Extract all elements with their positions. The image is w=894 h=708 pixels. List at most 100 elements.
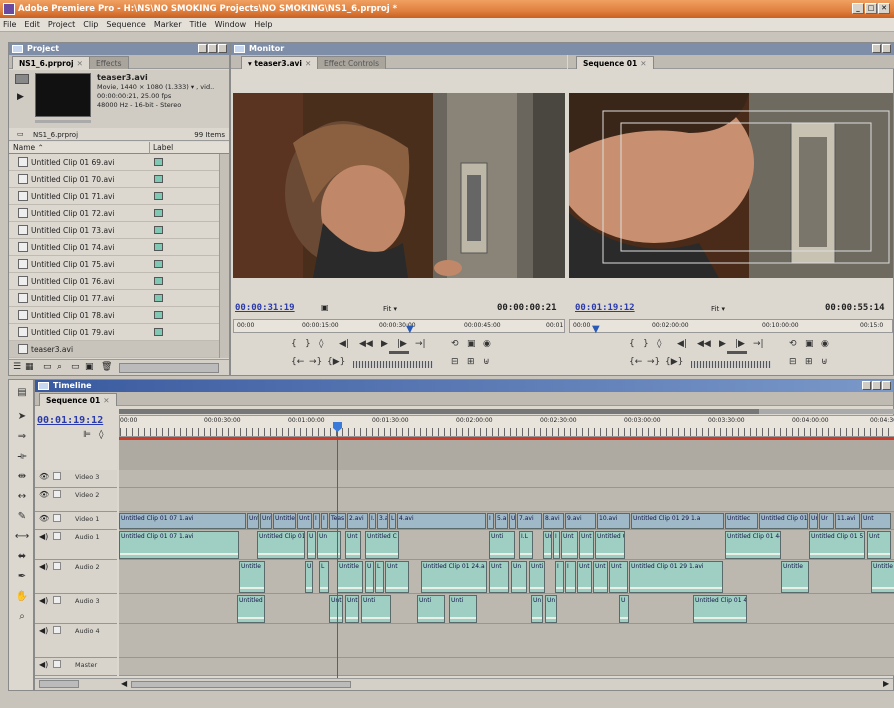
timeline-clip[interactable]: Untitle	[871, 561, 894, 593]
timeline-clip[interactable]: I	[565, 561, 576, 593]
tab-program-sequence[interactable]: Sequence 01 ✕	[576, 56, 654, 69]
set-out-button[interactable]: }	[305, 339, 311, 349]
timeline-clip[interactable]: Unt	[247, 513, 259, 529]
timeline-clip[interactable]: L	[319, 561, 329, 593]
menu-edit[interactable]: Edit	[24, 18, 40, 31]
play-thumbnail-icon[interactable]: ▶	[17, 92, 24, 102]
timeline-clip[interactable]: Unti	[345, 595, 359, 623]
label-color-swatch[interactable]	[154, 192, 163, 200]
output-icon[interactable]: ◉	[483, 339, 491, 349]
tab-sequence-01[interactable]: Sequence 01 ✕	[39, 393, 117, 406]
timeline-clip[interactable]: Unt	[609, 561, 628, 593]
timeline-clip[interactable]: Unt	[861, 513, 891, 529]
menu-sequence[interactable]: Sequence	[106, 18, 145, 31]
play-in-to-out-icon[interactable]: {▶}	[327, 357, 345, 367]
go-to-out-point-icon[interactable]: →}	[309, 357, 322, 367]
slip-tool-icon[interactable]: ⟷	[11, 528, 33, 546]
timeline-clip[interactable]: 3.a	[377, 513, 388, 529]
project-list-item[interactable]: Untitled Clip 01 79.avi	[9, 324, 219, 341]
program-set-out-button[interactable]: }	[643, 339, 649, 349]
rate-stretch-tool-icon[interactable]: ↔	[11, 488, 33, 506]
timeline-clip[interactable]: I.	[369, 513, 376, 529]
program-jog-wheel[interactable]	[691, 361, 771, 368]
monitor-maximize-button[interactable]	[882, 44, 891, 53]
toggle-audio-icon[interactable]: ◀)	[39, 626, 48, 635]
minimize-button[interactable]: _	[852, 3, 864, 14]
timeline-clip[interactable]: Untitled Clip 01 57	[809, 531, 865, 559]
list-view-icon[interactable]: ☰	[13, 362, 21, 372]
toggle-track-output-icon[interactable]: 👁	[39, 490, 49, 499]
timeline-zoom-slider[interactable]	[39, 680, 79, 688]
timeline-playhead-line[interactable]	[337, 425, 338, 683]
timeline-clip[interactable]: Ur	[809, 513, 818, 529]
source-playhead[interactable]: ▼	[406, 324, 414, 335]
automate-icon[interactable]: ▭	[43, 362, 52, 372]
track-video-3-lane[interactable]	[119, 470, 894, 488]
track-lock-icon[interactable]	[53, 596, 61, 604]
label-color-swatch[interactable]	[154, 328, 163, 336]
timeline-clip[interactable]: I	[313, 513, 320, 529]
thumbnail-scrubber[interactable]	[35, 120, 91, 123]
label-color-swatch[interactable]	[154, 311, 163, 319]
menu-clip[interactable]: Clip	[83, 18, 98, 31]
timeline-clip[interactable]: Unti	[417, 595, 445, 623]
safe-margins-icon[interactable]: ▣	[321, 303, 329, 312]
program-rewind-icon[interactable]: ◀◀	[697, 339, 711, 349]
tab-effects[interactable]: Effects	[89, 56, 129, 69]
program-time-ruler[interactable]: 00:00 00:02:00:00 00:10:00:00 00:15:0 ▼	[569, 319, 893, 335]
track-video-1-header[interactable]: 👁 Video 1	[35, 512, 117, 530]
timeline-clip[interactable]: Untitled C	[365, 531, 399, 559]
timeline-clip[interactable]: U	[509, 513, 516, 529]
timeline-time-ruler[interactable]: 00:00 00:00:30:00 00:01:00:00 00:01:30:00 00…	[119, 415, 894, 437]
track-audio-4-header[interactable]: ◀) Audio 4	[35, 624, 117, 658]
toggle-track-output-icon[interactable]: 👁	[39, 514, 49, 523]
timeline-clip[interactable]: L	[375, 561, 384, 593]
toggle-audio-icon[interactable]: ◀)	[39, 596, 48, 605]
go-to-out-icon[interactable]: →|	[415, 339, 426, 349]
close-button[interactable]: ✕	[878, 3, 890, 14]
timeline-clip[interactable]: Untitled Clip 01 0	[257, 531, 305, 559]
timeline-clip[interactable]: Unt	[577, 561, 592, 593]
selection-tool-icon[interactable]: ➤	[11, 408, 33, 426]
program-monitor-video[interactable]	[569, 93, 893, 278]
timeline-clip[interactable]: I.L	[519, 531, 533, 559]
tab-effect-controls[interactable]: Effect Controls	[317, 56, 386, 69]
timeline-clip[interactable]: Untitled Clip 01 07 1.avi	[119, 513, 246, 529]
trim-icon[interactable]: ⊎	[821, 357, 828, 367]
label-color-swatch[interactable]	[154, 294, 163, 302]
timeline-close-button[interactable]	[882, 381, 891, 390]
track-lock-icon[interactable]	[53, 514, 61, 522]
set-in-button[interactable]: {	[291, 339, 297, 349]
timeline-maximize-button[interactable]	[872, 381, 881, 390]
timeline-current-timecode[interactable]: 00:01:19:12	[37, 415, 103, 426]
timeline-clip[interactable]: 2.avi	[347, 513, 368, 529]
timeline-clip[interactable]: Unt	[561, 531, 578, 559]
track-video-3-header[interactable]: 👁 Video 3	[35, 470, 117, 488]
tab-source-clip[interactable]: ▾ teaser3.avi ✕	[241, 56, 319, 69]
pen-tool-icon[interactable]: ✒	[11, 568, 33, 586]
timeline-clip[interactable]: Untitled	[237, 595, 265, 623]
step-back-icon[interactable]: ◀|	[339, 339, 349, 349]
timeline-clip[interactable]: Untitle	[273, 513, 296, 529]
timeline-clip[interactable]: Unt	[593, 561, 608, 593]
program-step-forward-icon[interactable]: |▶	[735, 339, 745, 349]
marker-icon[interactable]: ◊	[319, 339, 323, 349]
toggle-track-output-icon[interactable]: 👁	[39, 472, 49, 481]
menu-title[interactable]: Title	[190, 18, 207, 31]
project-list-item[interactable]: Untitled Clip 01 69.avi	[9, 154, 219, 171]
timeline-clip[interactable]: Untitled Clip 01 29 1.avi	[629, 561, 723, 593]
hand-tool-icon[interactable]: ✋	[11, 588, 33, 606]
track-lock-icon[interactable]	[53, 626, 61, 634]
timeline-clip[interactable]: 4.avi	[397, 513, 486, 529]
snap-icon[interactable]: ⊫	[83, 430, 91, 440]
track-lock-icon[interactable]	[53, 562, 61, 570]
label-color-swatch[interactable]	[154, 175, 163, 183]
timeline-clip[interactable]: Unt	[345, 531, 361, 559]
rolling-edit-tool-icon[interactable]: ⇹	[11, 468, 33, 486]
program-safe-margins-icon[interactable]: ▣	[805, 339, 814, 349]
timeline-horizontal-scrollbar[interactable]	[131, 681, 351, 688]
project-list-item[interactable]: Untitled Clip 01 72.avi	[9, 205, 219, 222]
timeline-clip[interactable]: Unt	[385, 561, 409, 593]
track-video-2-lane[interactable]	[119, 488, 894, 512]
track-master-lane[interactable]	[119, 658, 894, 676]
